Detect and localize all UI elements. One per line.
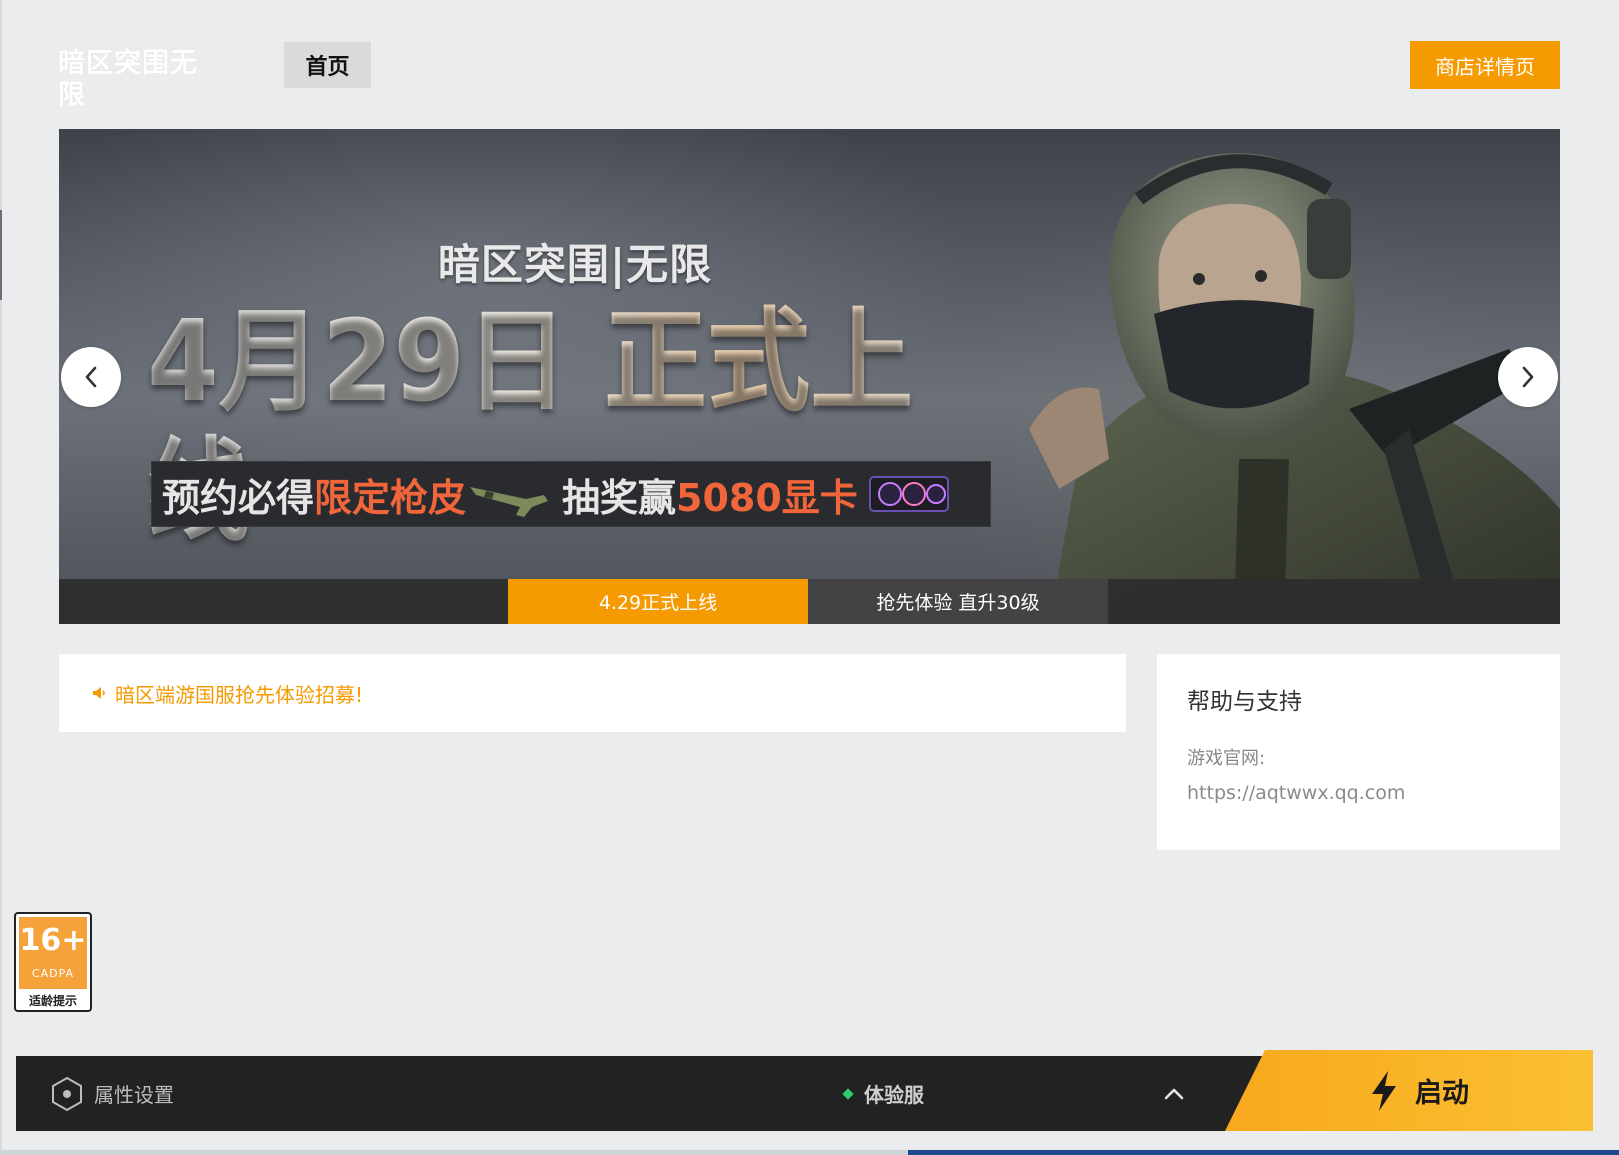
server-expand-button[interactable] bbox=[1154, 1056, 1194, 1131]
promo-accent-1: 限定枪皮 bbox=[314, 475, 467, 520]
age-rating-panel: 16+ CADPA bbox=[19, 917, 87, 989]
chevron-left-icon bbox=[85, 366, 97, 388]
gun-skin-icon bbox=[470, 487, 549, 517]
banner-game-title: 暗区突围|无限 bbox=[437, 240, 713, 289]
store-details-button[interactable]: 商店详情页 bbox=[1410, 41, 1560, 89]
server-status-icon bbox=[842, 1087, 854, 1100]
launch-label: 启动 bbox=[1415, 1078, 1469, 1109]
window-left-edge bbox=[0, 0, 2, 1155]
launch-button[interactable]: 启动 bbox=[1225, 1050, 1593, 1131]
nav-home-tab[interactable]: 首页 bbox=[284, 42, 371, 88]
server-label: 体验服 bbox=[864, 1083, 924, 1107]
banner-tab-launch[interactable]: 4.29正式上线 bbox=[508, 579, 808, 624]
banner-tab-bar: 4.29正式上线 抢先体验 直升30级 bbox=[59, 579, 1560, 624]
game-logo: 暗区突围无限 bbox=[58, 48, 198, 111]
soldier-illustration bbox=[1029, 153, 1560, 624]
banner-tab-early-access[interactable]: 抢先体验 直升30级 bbox=[808, 579, 1108, 624]
age-rating-org: CADPA bbox=[31, 967, 75, 980]
promo-strip: 预约必得 限定枪皮 抽奖赢 5080显卡 bbox=[151, 461, 991, 527]
promo-text-2: 抽奖赢 bbox=[562, 475, 677, 520]
hexagon-settings-icon bbox=[52, 1076, 82, 1111]
age-rating-tip: 适龄提示 bbox=[28, 994, 77, 1008]
taskbar-strip bbox=[908, 1150, 1619, 1155]
speaker-icon bbox=[91, 685, 107, 701]
chevron-up-icon bbox=[1164, 1088, 1184, 1099]
official-site-link[interactable]: https://aqtwwx.qq.com bbox=[1187, 782, 1530, 804]
server-selector[interactable]: 体验服 bbox=[842, 1056, 924, 1131]
banner-next-button[interactable] bbox=[1498, 347, 1558, 407]
banner-prev-button[interactable] bbox=[61, 347, 121, 407]
hero-banner[interactable]: 暗区突围|无限 4月29日 正式上线 预约必得 限定枪皮 抽奖赢 5080显卡 … bbox=[59, 129, 1560, 624]
attribute-settings-button[interactable]: 属性设置 bbox=[50, 1056, 174, 1131]
graphics-card-icon bbox=[868, 476, 949, 512]
announcement-text: 暗区端游国服抢先体验招募! bbox=[115, 682, 364, 707]
official-site-label: 游戏官网: bbox=[1187, 748, 1266, 769]
promo-accent-2: 5080显卡 bbox=[676, 475, 858, 520]
help-support-panel: 帮助与支持 游戏官网: https://aqtwwx.qq.com bbox=[1157, 654, 1560, 850]
help-title: 帮助与支持 bbox=[1187, 689, 1302, 715]
window-bottom-edge bbox=[0, 1150, 908, 1155]
age-rating-badge[interactable]: 16+ CADPA 适龄提示 bbox=[14, 912, 92, 1012]
window-left-edge-marker bbox=[0, 210, 2, 300]
settings-label: 属性设置 bbox=[94, 1083, 174, 1107]
chevron-right-icon bbox=[1522, 366, 1534, 388]
lightning-icon bbox=[1372, 1070, 1396, 1111]
age-rating-number: 16+ bbox=[19, 923, 87, 958]
promo-text-1: 预约必得 bbox=[162, 475, 315, 520]
announcement-bar[interactable]: 暗区端游国服抢先体验招募! bbox=[59, 654, 1126, 732]
